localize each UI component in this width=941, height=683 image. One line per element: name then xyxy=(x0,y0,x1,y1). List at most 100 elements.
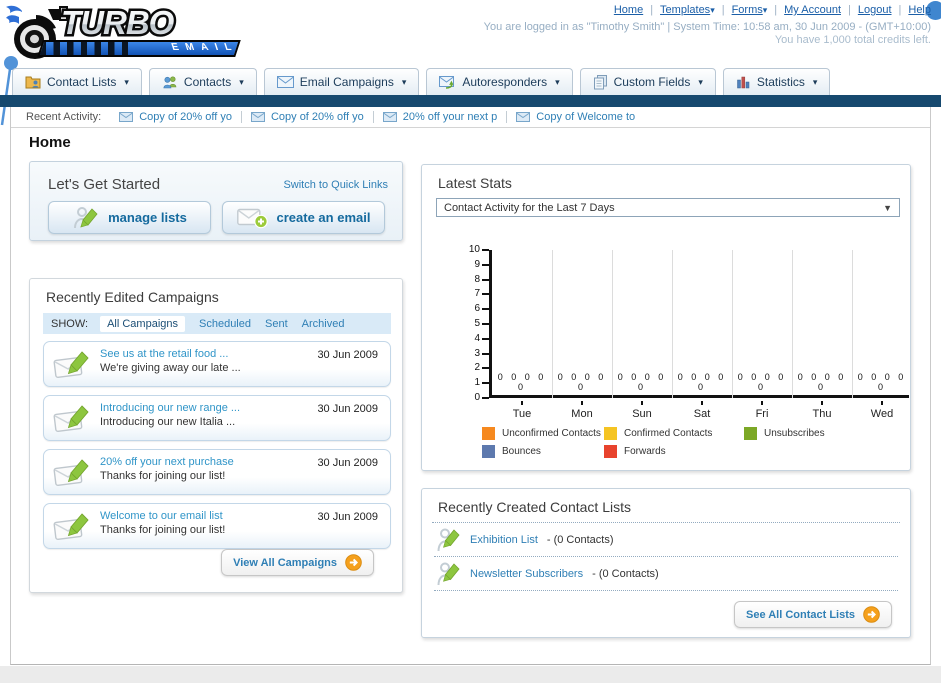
campaign-item[interactable]: See us at the retail food ... We're givin… xyxy=(43,341,391,387)
filter-all-campaigns[interactable]: All Campaigns xyxy=(100,315,185,332)
y-axis-tick xyxy=(482,337,489,340)
x-axis-label: Wed xyxy=(870,408,894,420)
x-axis-label: Sun xyxy=(632,408,652,420)
contact-list-rows: Exhibition List - (0 Contacts) Newsletter … xyxy=(432,523,900,591)
header-link-templates[interactable]: Templates ▾ xyxy=(660,4,715,16)
legend-swatch xyxy=(482,445,495,458)
tab-label: Statistics xyxy=(756,75,805,89)
contact-list-item[interactable]: Exhibition List - (0 Contacts) xyxy=(432,523,900,556)
see-all-contact-lists-label: See All Contact Lists xyxy=(745,608,855,621)
y-axis-label: 0 xyxy=(474,392,480,403)
stats-period-value: Contact Activity for the Last 7 Days xyxy=(444,201,615,214)
tab-label: Contacts xyxy=(183,75,232,89)
credits-info: You have 1,000 total credits left. xyxy=(774,34,931,46)
campaign-text: Welcome to our email list Thanks for join… xyxy=(100,510,225,536)
activity-item[interactable]: Copy of Welcome to xyxy=(516,111,635,123)
legend-swatch xyxy=(744,427,757,440)
campaign-item[interactable]: Welcome to our email list Thanks for join… xyxy=(43,503,391,549)
brand-logo: TURBO EMAIL xyxy=(6,2,256,64)
header-link-forms[interactable]: Forms ▾ xyxy=(732,4,768,16)
tab-contact-lists[interactable]: Contact Lists ▾ xyxy=(12,68,142,95)
activity-item[interactable]: Copy of 20% off yo xyxy=(119,111,232,123)
select-caret-icon: ▼ xyxy=(883,202,892,213)
contact-lists-title: Recently Created Contact Lists xyxy=(438,499,631,515)
switch-quick-links[interactable]: Switch to Quick Links xyxy=(283,179,388,191)
contact-list-count: - (0 Contacts) xyxy=(592,567,659,580)
get-started-panel: Let's Get Started Switch to Quick Links … xyxy=(29,161,403,241)
header-link-logout[interactable]: Logout xyxy=(858,4,892,16)
campaign-text: Introducing our new range ... Introducing… xyxy=(100,402,240,428)
campaign-title[interactable]: Introducing our new range ... xyxy=(100,402,240,414)
view-all-campaigns-button[interactable]: View All Campaigns xyxy=(221,549,374,576)
brand-wordmark: TURBO xyxy=(59,2,179,44)
chart-value-labels: 0 0 0 0 0 xyxy=(617,372,667,392)
main-content: Recent Activity: Copy of 20% off yo Copy … xyxy=(10,107,931,665)
contact-list-item[interactable]: Newsletter Subscribers - (0 Contacts) xyxy=(432,557,900,590)
contact-lists-icon xyxy=(25,75,41,89)
arrow-circle-icon xyxy=(345,554,362,571)
recent-activity-items: Copy of 20% off yo Copy of 20% off yo 20% … xyxy=(119,111,635,123)
filter-sent[interactable]: Sent xyxy=(265,318,288,330)
chart-value-labels: 0 0 0 0 0 xyxy=(677,372,727,392)
contact-list-name[interactable]: Exhibition List xyxy=(470,534,538,546)
contact-list-name[interactable]: Newsletter Subscribers xyxy=(470,568,583,580)
statistics-icon xyxy=(736,75,751,89)
campaign-edit-icon xyxy=(53,350,91,380)
tab-autoresponders[interactable]: Autoresponders ▾ xyxy=(426,68,573,95)
y-axis-label: 6 xyxy=(474,303,480,315)
header-link-help[interactable]: Help xyxy=(908,4,931,16)
create-email-icon xyxy=(236,207,268,229)
button-create-an-email[interactable]: create an email xyxy=(222,201,385,234)
filter-scheduled[interactable]: Scheduled xyxy=(199,318,251,330)
activity-item[interactable]: Copy of 20% off yo xyxy=(250,111,364,123)
dropdown-caret-icon: ▾ xyxy=(762,5,768,15)
see-all-contact-lists-button[interactable]: See All Contact Lists xyxy=(733,601,892,628)
dropdown-caret-icon: ▾ xyxy=(555,76,560,87)
view-all-campaigns-label: View All Campaigns xyxy=(233,556,337,569)
tab-label: Custom Fields xyxy=(613,75,691,89)
y-axis-label: 1 xyxy=(474,377,480,389)
campaign-item[interactable]: 20% off your next purchase Thanks for joi… xyxy=(43,449,391,495)
campaign-list: See us at the retail food ... We're givin… xyxy=(43,341,391,549)
contact-list-edit-icon xyxy=(436,560,461,588)
legend-swatch xyxy=(482,427,495,440)
activity-item-label: Copy of 20% off yo xyxy=(270,111,364,123)
campaign-item[interactable]: Introducing our new range ... Introducing… xyxy=(43,395,391,441)
chart-value-labels: 0 0 0 0 0 xyxy=(857,372,907,392)
tab-statistics[interactable]: Statistics ▾ xyxy=(722,68,831,95)
dropdown-caret-icon: ▾ xyxy=(710,5,715,15)
campaign-title[interactable]: Welcome to our email list xyxy=(100,510,225,522)
campaign-title[interactable]: See us at the retail food ... xyxy=(100,348,241,360)
small-envelope-icon xyxy=(382,112,397,122)
activity-item[interactable]: 20% off your next p xyxy=(382,111,497,123)
legend-item: Forwards xyxy=(604,445,744,458)
header-link-home[interactable]: Home xyxy=(614,4,643,16)
tab-custom-fields[interactable]: Custom Fields ▾ xyxy=(579,68,716,95)
y-axis-tick xyxy=(482,323,489,325)
show-label: SHOW: xyxy=(51,317,89,330)
x-axis-label: Sat xyxy=(693,408,711,420)
y-axis-label: 5 xyxy=(474,318,480,329)
x-axis-label: Mon xyxy=(571,408,593,420)
button-manage-lists[interactable]: manage lists xyxy=(48,201,211,234)
small-envelope-icon xyxy=(516,112,531,122)
campaign-title[interactable]: 20% off your next purchase xyxy=(100,456,234,468)
y-axis-label: 8 xyxy=(474,273,480,285)
dropdown-caret-icon: ▾ xyxy=(698,76,703,87)
nav-tabs: Contact Lists ▾ Contacts ▾ Email Campaigns ▾ A… xyxy=(12,68,831,95)
filter-archived[interactable]: Archived xyxy=(302,318,345,330)
chart-value-labels: 0 0 0 0 0 xyxy=(497,372,547,392)
header-nav: Home | Templates ▾ | Forms ▾ | My Account | Logo… xyxy=(614,4,931,16)
y-axis-tick xyxy=(482,308,489,311)
y-axis-label: 4 xyxy=(474,332,480,344)
manage-lists-icon xyxy=(72,205,99,231)
tab-email-campaigns[interactable]: Email Campaigns ▾ xyxy=(263,68,420,95)
campaign-filter-strip: SHOW: All Campaigns Scheduled Sent Archived xyxy=(43,313,391,334)
stats-period-select[interactable]: Contact Activity for the Last 7 Days ▼ xyxy=(436,198,900,217)
x-axis-tick xyxy=(521,401,523,405)
y-axis-tick xyxy=(482,293,489,296)
header-link-my-account[interactable]: My Account xyxy=(784,4,841,16)
tab-label: Autoresponders xyxy=(462,75,548,89)
tab-contacts[interactable]: Contacts ▾ xyxy=(148,68,257,95)
tab-label: Email Campaigns xyxy=(299,75,394,89)
